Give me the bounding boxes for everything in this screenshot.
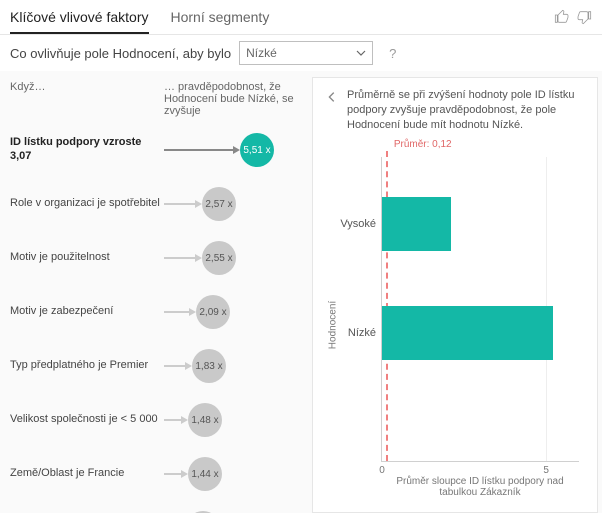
dropdown-selected: Nízké: [246, 46, 277, 60]
influencer-desc: Země/Oblast je Francie: [10, 467, 160, 481]
influencers-header: Když… … pravděpodobnost, že Hodnocení bu…: [4, 77, 310, 127]
question-row: Co ovlivňuje pole Hodnocení, aby bylo Ní…: [0, 35, 602, 71]
influencer-multiplier: 2,55 x: [202, 241, 236, 275]
chart-plot: Průměr: 0,12VysokéNízké05: [381, 157, 579, 462]
influencer-row[interactable]: Motiv je použitelnost 2,55 x: [4, 235, 310, 289]
influencer-desc: Motiv je použitelnost: [10, 251, 160, 265]
arrow-left-icon[interactable]: [325, 90, 339, 104]
influencer-row[interactable]: Země/Oblast je Francie 1,44 x: [4, 451, 310, 505]
influencer-arrow: [164, 419, 184, 421]
details-panel: Průměrně se při zvýšení hodnoty pole ID …: [312, 77, 598, 513]
tab-key-influencers[interactable]: Klíčové vlivové faktory: [10, 0, 149, 34]
value-dropdown[interactable]: Nízké: [239, 41, 373, 65]
influencer-row[interactable]: ID lístku podpory vzroste 3,07 5,51 x: [4, 127, 310, 181]
influencer-list: ID lístku podpory vzroste 3,07 5,51 x Role…: [4, 127, 310, 513]
chart-y-axis-label: Hodnocení: [328, 301, 339, 349]
chart-x-tick: 0: [379, 465, 385, 476]
influencer-row[interactable]: Role v organizaci je spotřebitel 2,57 x: [4, 181, 310, 235]
chart-category-label: Nízké: [348, 327, 382, 339]
tabs-row: Klíčové vlivové faktory Horní segmenty: [0, 0, 602, 35]
influencer-desc: ID lístku podpory vzroste 3,07: [10, 136, 160, 164]
header-when: Když…: [10, 81, 160, 117]
influencer-multiplier: 1,83 x: [192, 349, 226, 383]
chart-bar: [382, 197, 451, 251]
help-icon[interactable]: ?: [389, 46, 396, 61]
influencer-desc: Typ předplatného je Premier: [10, 359, 160, 373]
influencer-multiplier: 1,48 x: [188, 403, 222, 437]
chart-bar: [382, 306, 553, 360]
chart-category-label: Vysoké: [340, 218, 382, 230]
chart-area: Hodnocení Průměr: 0,12VysokéNízké05 Prům…: [325, 147, 585, 504]
influencer-row[interactable]: Velikost společnosti je < 5 000 1,48 x: [4, 397, 310, 451]
chart-x-axis-label: Průměr sloupce ID lístku podpory nad tab…: [381, 476, 579, 498]
influencer-arrow: [164, 203, 198, 205]
influencer-row[interactable]: Motiv je zabezpečení 2,09 x: [4, 289, 310, 343]
chevron-down-icon: [356, 48, 366, 58]
chart-x-tick: 5: [543, 465, 549, 476]
influencer-desc: Role v organizaci je spotřebitel: [10, 197, 160, 211]
influencer-row[interactable]: Typ předplatného je Premier 1,83 x: [4, 343, 310, 397]
main-area: Když… … pravděpodobnost, že Hodnocení bu…: [0, 71, 602, 513]
thumbs-down-icon[interactable]: [576, 9, 592, 25]
tab-top-segments[interactable]: Horní segmenty: [171, 0, 270, 34]
thumbs-up-icon[interactable]: [554, 9, 570, 25]
influencers-panel: Když… … pravděpodobnost, že Hodnocení bu…: [4, 77, 310, 513]
influencer-desc: Velikost společnosti je < 5 000: [10, 413, 160, 427]
influencer-multiplier: 1,44 x: [188, 457, 222, 491]
chart-reference-label: Průměr: 0,12: [394, 139, 452, 150]
influencer-multiplier: 2,09 x: [196, 295, 230, 329]
details-description: Průměrně se při zvýšení hodnoty pole ID …: [347, 88, 585, 133]
influencer-arrow: [164, 473, 184, 475]
header-likelihood: … pravděpodobnost, že Hodnocení bude Níz…: [160, 81, 304, 117]
influencer-arrow: [164, 311, 192, 313]
question-text: Co ovlivňuje pole Hodnocení, aby bylo: [10, 46, 231, 61]
influencer-desc: Motiv je zabezpečení: [10, 305, 160, 319]
influencer-arrow: [164, 149, 236, 151]
influencer-multiplier: 5,51 x: [240, 133, 274, 167]
feedback-area: [554, 9, 592, 25]
influencer-multiplier: 2,57 x: [202, 187, 236, 221]
influencer-arrow: [164, 257, 198, 259]
influencer-arrow: [164, 365, 188, 367]
